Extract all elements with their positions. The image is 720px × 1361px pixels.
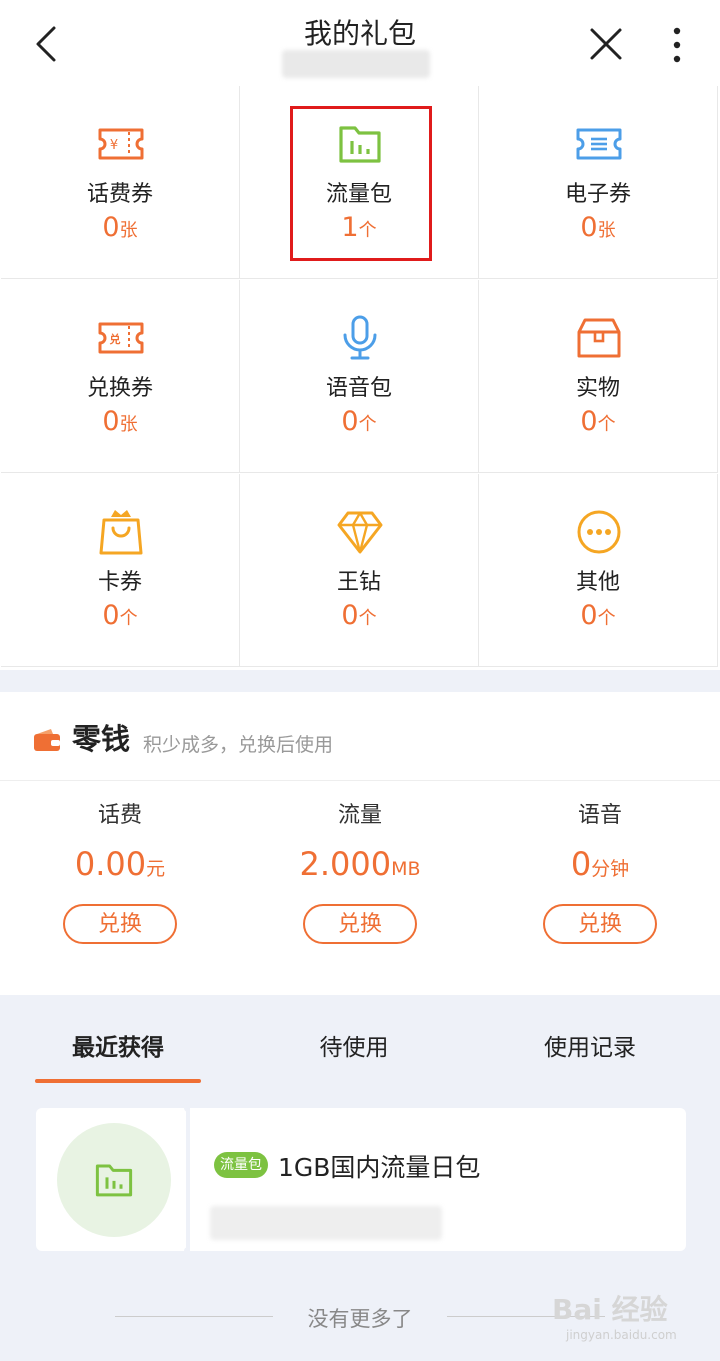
gift-label: 语音包 [325,376,392,401]
change-subtitle: 积少成多，兑换后使用 [143,734,334,756]
active-tab-indicator [35,1079,201,1083]
gift-cell-phone-fee-ticket[interactable]: ¥ 话费券 0张 [1,86,240,279]
crown-bag-icon [99,510,143,555]
svg-text:兑: 兑 [110,332,121,346]
gift-count: 0个 [341,406,377,437]
gift-cell-other[interactable]: 其他 0个 [479,474,718,667]
close-icon[interactable] [586,24,626,64]
change-item-label: 语音 [577,803,622,828]
change-item-value: 0.00元 [74,845,166,883]
gift-count: 1个 [341,212,377,243]
gift-label: 话费券 [86,182,153,207]
gift-count: 0张 [102,212,138,243]
more-options-icon[interactable] [662,24,692,66]
change-section: 零钱 积少成多，兑换后使用 话费 0.00元 兑换 流量 2.000MB 兑换 … [0,692,720,995]
box-icon [577,318,621,358]
record-tabs: 最近获得 待使用 使用记录 [0,1028,720,1084]
change-header: 零钱 积少成多，兑换后使用 [0,692,720,781]
watermark-brand: Bai 经验 [552,1293,668,1326]
gift-label: 兑换券 [86,376,153,401]
change-item-value: 0分钟 [570,845,630,883]
microphone-icon [343,315,377,360]
gift-label: 实物 [575,376,620,401]
baidu-watermark: Bai 经验 jingyan.baidu.com [552,1288,692,1354]
diamond-icon [337,511,383,554]
gift-category-grid: ¥ 话费券 0张 流量包 1个 电子券 0张 兑 兑换券 0张 语音包 0个 实… [0,86,720,670]
gift-count: 0个 [580,406,616,437]
gift-cell-physical-item[interactable]: 实物 0个 [479,280,718,473]
phone-fee-ticket-icon: ¥ [98,128,144,160]
gift-label: 王钻 [336,570,381,595]
change-title: 零钱 [72,722,131,756]
more-circle-icon [577,510,621,554]
gift-title: 1GB国内流量日包 [278,1153,481,1182]
change-item-data: 流量 2.000MB 兑换 [240,800,480,944]
data-package-icon [339,126,381,163]
gift-cell-e-coupon[interactable]: 电子券 0张 [479,86,718,279]
gift-label: 电子券 [564,182,631,207]
card-icon-circle [57,1123,171,1237]
tab-recent[interactable]: 最近获得 [18,1028,218,1062]
wallet-icon [34,729,60,751]
blurred-phone-number [282,50,430,78]
gift-count: 0张 [102,406,138,437]
gift-label: 其他 [575,570,620,595]
gift-label: 流量包 [325,182,392,207]
change-item-phone-fee: 话费 0.00元 兑换 [0,800,240,944]
card-info: 流量包 1GB国内流量日包 [190,1108,686,1251]
gift-count: 0个 [102,600,138,631]
data-package-icon [95,1164,133,1197]
change-item-voice: 语音 0分钟 兑换 [480,800,720,944]
card-icon-area [36,1108,186,1251]
gift-cell-king-diamond[interactable]: 王钻 0个 [240,474,479,667]
change-item-label: 流量 [337,803,382,828]
gift-label: 卡券 [97,570,142,595]
gift-cell-voice-package[interactable]: 语音包 0个 [240,280,479,473]
change-item-value: 2.000MB [299,845,421,883]
gift-cell-data-package[interactable]: 流量包 1个 [240,86,479,279]
gift-count: 0张 [580,212,616,243]
exchange-button[interactable]: 兑换 [63,904,177,944]
recent-gift-card[interactable]: 流量包 1GB国内流量日包 [36,1104,686,1255]
tab-usage-record[interactable]: 使用记录 [490,1028,690,1062]
change-item-label: 话费 [97,803,142,828]
top-bar: 我的礼包 [0,0,720,86]
gift-count: 0个 [341,600,377,631]
exchange-button[interactable]: 兑换 [543,904,657,944]
gift-cell-card-ticket[interactable]: 卡券 0个 [1,474,240,667]
tab-to-use[interactable]: 待使用 [254,1028,454,1062]
svg-text:¥: ¥ [110,138,118,153]
e-coupon-icon [576,128,622,160]
blurred-validity-text [210,1206,442,1240]
exchange-ticket-icon: 兑 [98,322,144,354]
exchange-button[interactable]: 兑换 [303,904,417,944]
type-badge: 流量包 [214,1152,268,1178]
watermark-url: jingyan.baidu.com [566,1328,677,1342]
gift-count: 0个 [580,600,616,631]
gift-cell-exchange-ticket[interactable]: 兑 兑换券 0张 [1,280,240,473]
